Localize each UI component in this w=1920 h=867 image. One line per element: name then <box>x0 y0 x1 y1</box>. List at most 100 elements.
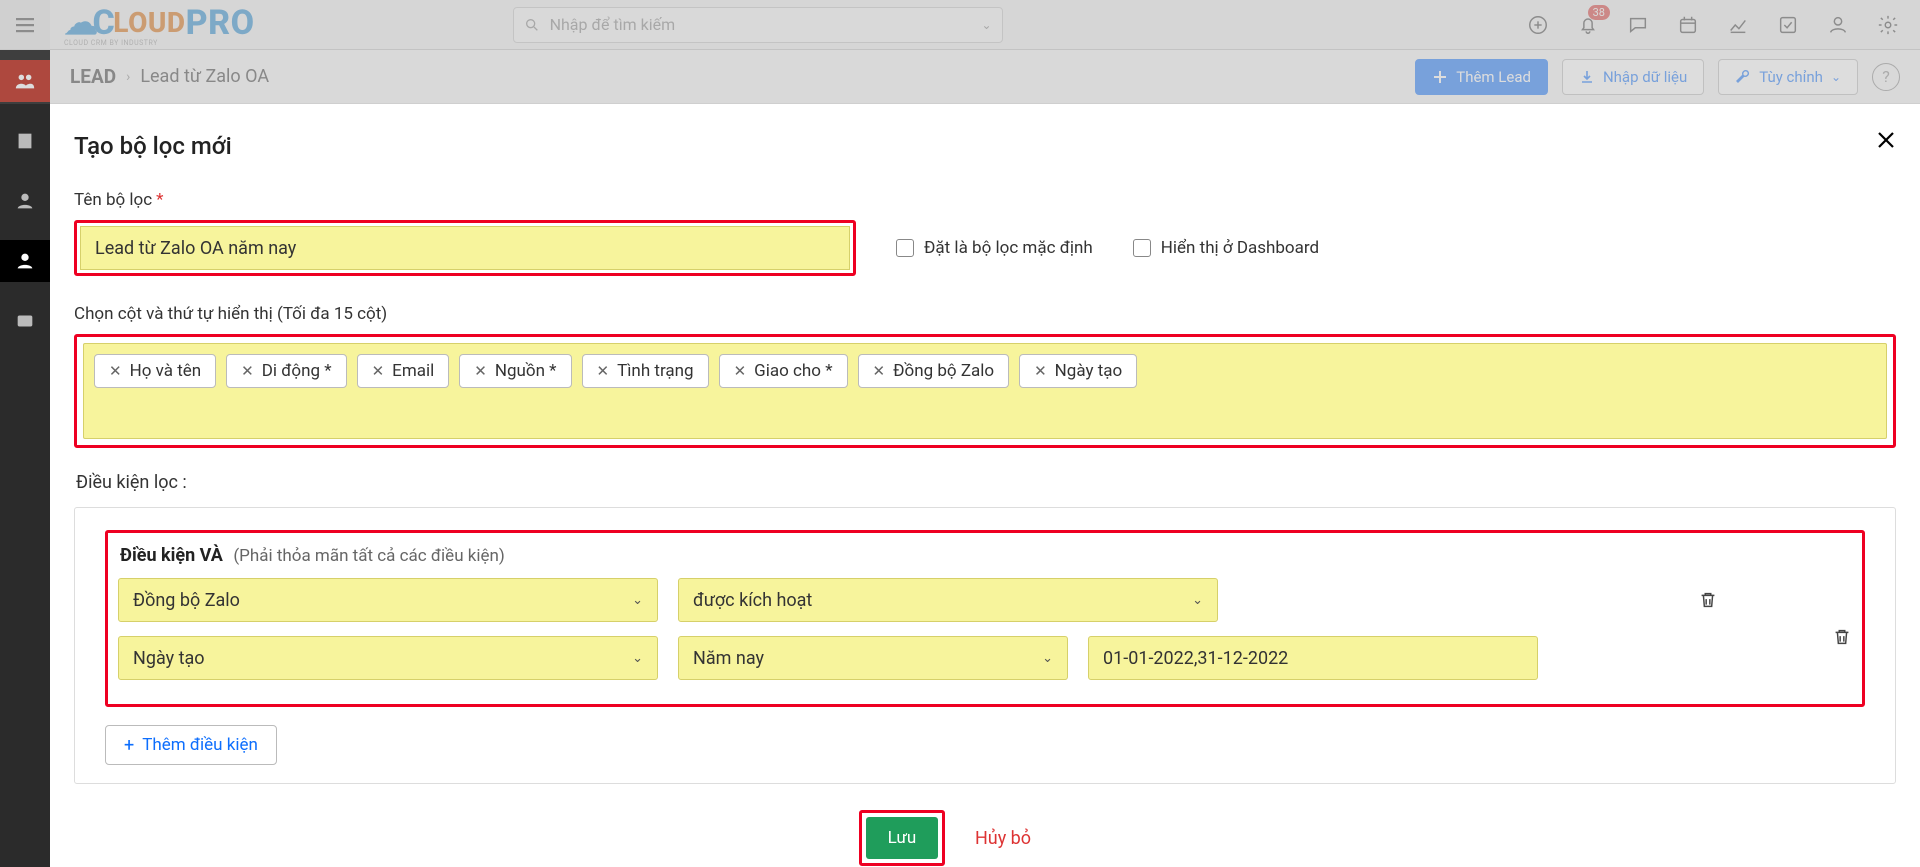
profile-button[interactable] <box>1826 13 1850 37</box>
gear-icon <box>1877 14 1899 36</box>
condition-row: Ngày tạo⌄ Năm nay⌄ 01-01-2022,31-12-2022 <box>118 636 1852 680</box>
import-button[interactable]: Nhập dữ liệu <box>1562 59 1704 95</box>
conditions-label: Điều kiện lọc : <box>76 472 1896 493</box>
sidebar-item-team[interactable] <box>0 60 50 102</box>
remove-tag-icon[interactable]: ✕ <box>109 362 122 380</box>
default-filter-checkbox[interactable]: Đặt là bộ lọc mặc định <box>896 238 1093 258</box>
notif-badge: 38 <box>1588 5 1610 20</box>
filter-name-highlight <box>74 220 856 276</box>
wrench-icon <box>1735 69 1751 85</box>
cancel-button[interactable]: Hủy bỏ <box>975 828 1031 849</box>
save-button[interactable]: Lưu <box>866 817 938 859</box>
column-tag[interactable]: ✕ Email <box>357 354 450 388</box>
conditions-container: Điều kiện VÀ (Phải thỏa mãn tất cả các đ… <box>74 507 1896 784</box>
condition-field-select[interactable]: Đồng bộ Zalo⌄ <box>118 578 658 622</box>
chevron-down-icon: ⌄ <box>1831 70 1841 84</box>
column-tag-label: Ngày tạo <box>1055 361 1123 381</box>
logo[interactable]: ☁CLOUDPRO CLOUD CRM BY INDUSTRY <box>64 0 253 50</box>
chat-button[interactable] <box>1626 13 1650 37</box>
column-tag[interactable]: ✕ Nguồn * <box>459 354 571 388</box>
sidebar-item-lead[interactable] <box>0 240 50 282</box>
chart-icon <box>1727 14 1749 36</box>
column-tag-label: Email <box>392 361 434 381</box>
remove-tag-icon[interactable]: ✕ <box>597 362 610 380</box>
columns-highlight: ✕Họ và tên✕Di động *✕Email✕Nguồn *✕Tình … <box>74 334 1896 448</box>
trash-icon <box>1831 626 1853 648</box>
quick-add-button[interactable] <box>1526 13 1550 37</box>
chevron-right-icon: › <box>126 69 130 85</box>
panel-title: Tạo bộ lọc mới <box>74 132 1896 160</box>
trash-icon <box>1697 589 1719 611</box>
create-filter-panel: Tạo bộ lọc mới Tên bộ lọc* Đặt là bộ lọc… <box>50 104 1920 867</box>
column-tag-label: Đồng bộ Zalo <box>893 361 994 381</box>
close-icon <box>1874 128 1898 152</box>
global-search[interactable]: Nhập để tìm kiếm ⌄ <box>513 7 1003 43</box>
question-icon: ? <box>1882 67 1890 86</box>
column-tag[interactable]: ✕ Ngày tạo <box>1019 354 1137 388</box>
delete-condition-button[interactable] <box>1678 589 1738 611</box>
calendar-button[interactable] <box>1676 13 1700 37</box>
columns-select[interactable]: ✕Họ và tên✕Di động *✕Email✕Nguồn *✕Tình … <box>83 343 1887 439</box>
remove-tag-icon[interactable]: ✕ <box>474 362 487 380</box>
columns-label: Chọn cột và thứ tự hiển thị (Tối đa 15 c… <box>74 304 1896 324</box>
condition-operator-select[interactable]: Năm nay⌄ <box>678 636 1068 680</box>
breadcrumb-current: Lead từ Zalo OA <box>140 66 269 87</box>
save-highlight: Lưu <box>859 810 945 866</box>
plus-icon <box>1432 69 1448 85</box>
tasks-button[interactable] <box>1776 13 1800 37</box>
and-conditions-title: Điều kiện VÀ (Phải thỏa mãn tất cả các đ… <box>120 545 1850 566</box>
column-tag[interactable]: ✕ Đồng bộ Zalo <box>858 354 1010 388</box>
sidebar <box>0 50 50 867</box>
breadcrumb: LEAD › Lead từ Zalo OA <box>70 65 269 88</box>
chevron-down-icon: ⌄ <box>632 593 643 608</box>
search-icon <box>524 17 540 33</box>
remove-tag-icon[interactable]: ✕ <box>873 362 886 380</box>
check-square-icon <box>1777 14 1799 36</box>
column-tag-label: Giao cho * <box>754 361 832 381</box>
column-tag[interactable]: ✕ Họ và tên <box>94 354 216 388</box>
reports-button[interactable] <box>1726 13 1750 37</box>
remove-tag-icon[interactable]: ✕ <box>734 362 747 380</box>
close-button[interactable] <box>1874 128 1898 156</box>
condition-operator-select[interactable]: được kích hoạt⌄ <box>678 578 1218 622</box>
filter-name-label: Tên bộ lọc* <box>74 190 1896 210</box>
chat-icon <box>1627 14 1649 36</box>
condition-value-input[interactable]: 01-01-2022,31-12-2022 <box>1088 636 1538 680</box>
search-placeholder: Nhập để tìm kiếm <box>550 15 982 34</box>
condition-row: Đồng bộ Zalo⌄ được kích hoạt⌄ <box>118 578 1852 622</box>
menu-toggle[interactable] <box>0 0 50 50</box>
column-tag[interactable]: ✕ Giao cho * <box>719 354 848 388</box>
help-button[interactable]: ? <box>1872 63 1900 91</box>
delete-condition-button[interactable] <box>1831 626 1853 648</box>
column-tag[interactable]: ✕ Tình trạng <box>582 354 709 388</box>
and-conditions-highlight: Điều kiện VÀ (Phải thỏa mãn tất cả các đ… <box>105 530 1865 707</box>
remove-tag-icon[interactable]: ✕ <box>372 362 385 380</box>
plus-icon: + <box>124 735 134 756</box>
chevron-down-icon: ⌄ <box>1192 593 1203 608</box>
breadcrumb-root[interactable]: LEAD <box>70 65 116 88</box>
subheader: LEAD › Lead từ Zalo OA Thêm Lead Nhập dữ… <box>50 50 1920 104</box>
notifications-button[interactable]: 38 <box>1576 13 1600 37</box>
remove-tag-icon[interactable]: ✕ <box>1034 362 1047 380</box>
user-icon <box>1827 14 1849 36</box>
add-lead-button[interactable]: Thêm Lead <box>1415 59 1548 95</box>
sidebar-item-card[interactable] <box>0 300 50 342</box>
remove-tag-icon[interactable]: ✕ <box>241 362 254 380</box>
customize-button[interactable]: Tùy chỉnh ⌄ <box>1718 59 1858 95</box>
calendar-icon <box>1677 14 1699 36</box>
sidebar-item-company[interactable] <box>0 120 50 162</box>
chevron-down-icon: ⌄ <box>1042 651 1053 666</box>
chevron-down-icon: ⌄ <box>632 651 643 666</box>
column-tag[interactable]: ✕Di động * <box>226 354 346 388</box>
add-condition-button[interactable]: + Thêm điều kiện <box>105 725 277 765</box>
condition-field-select[interactable]: Ngày tạo⌄ <box>118 636 658 680</box>
column-tag-label: Họ và tên <box>130 361 202 381</box>
show-dashboard-checkbox[interactable]: Hiển thị ở Dashboard <box>1133 238 1319 258</box>
hamburger-icon <box>13 13 37 37</box>
column-tag-label: Tình trạng <box>617 361 694 381</box>
settings-button[interactable] <box>1876 13 1900 37</box>
column-tag-label: Nguồn * <box>495 361 557 381</box>
sidebar-item-contact[interactable] <box>0 180 50 222</box>
download-icon <box>1579 69 1595 85</box>
filter-name-input[interactable] <box>80 226 850 270</box>
